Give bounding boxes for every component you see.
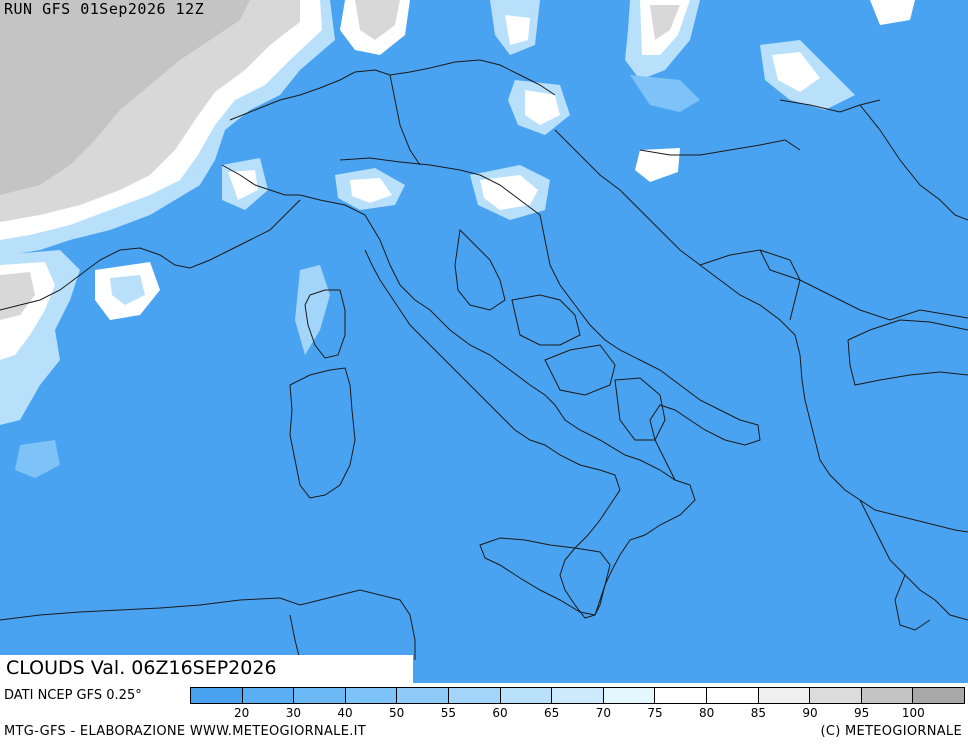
legend-tick-label: 65 xyxy=(544,706,560,720)
cloud-map xyxy=(0,0,968,683)
legend-cell xyxy=(242,688,295,703)
legend-tick-label: 30 xyxy=(285,706,301,720)
legend-cell xyxy=(552,688,604,703)
legend-cell xyxy=(758,688,811,703)
legend-cell xyxy=(706,688,759,703)
legend-tick-label: 75 xyxy=(647,706,663,720)
legend-tick-label: 20 xyxy=(234,706,250,720)
footer-copyright: (C) METEOGIORNALE xyxy=(820,724,962,739)
legend-cell xyxy=(655,688,707,703)
legend-tick-label: 50 xyxy=(389,706,405,720)
legend-tick-labels: 20 30 40 50 55 60 65 70 75 80 85 90 95 100 xyxy=(190,706,965,722)
legend-cell xyxy=(397,688,449,703)
legend-cell xyxy=(448,688,501,703)
map-panel: RUN GFS 01Sep2026 12Z xyxy=(0,0,968,683)
legend-tick-label: 100 xyxy=(901,706,925,720)
legend-tick-label: 40 xyxy=(337,706,353,720)
map-title-box: CLOUDS Val. 06Z16SEP2026 xyxy=(0,655,413,683)
legend-cell xyxy=(913,688,964,703)
data-source-label: DATI NCEP GFS 0.25° xyxy=(4,688,142,703)
legend-cell xyxy=(500,688,553,703)
legend-tick-label: 60 xyxy=(492,706,508,720)
legend-cell xyxy=(861,688,914,703)
legend-cell xyxy=(345,688,398,703)
legend-cell xyxy=(191,688,243,703)
legend-tick-label: 80 xyxy=(699,706,715,720)
legend-tick-label: 70 xyxy=(595,706,611,720)
legend-tick-label: 90 xyxy=(802,706,818,720)
map-title: CLOUDS Val. 06Z16SEP2026 xyxy=(6,657,277,679)
legend-cell xyxy=(603,688,656,703)
run-label: RUN GFS 01Sep2026 12Z xyxy=(4,0,205,18)
footer-credit: MTG-GFS - ELABORAZIONE WWW.METEOGIORNALE… xyxy=(4,724,367,739)
legend-tick-label: 95 xyxy=(854,706,870,720)
legend-tick-label: 85 xyxy=(750,706,766,720)
legend-color-bar xyxy=(190,687,965,704)
legend-cell xyxy=(810,688,862,703)
legend-tick-label: 55 xyxy=(440,706,456,720)
color-legend: 20 30 40 50 55 60 65 70 75 80 85 90 95 100 xyxy=(190,687,965,723)
legend-cell xyxy=(294,688,346,703)
